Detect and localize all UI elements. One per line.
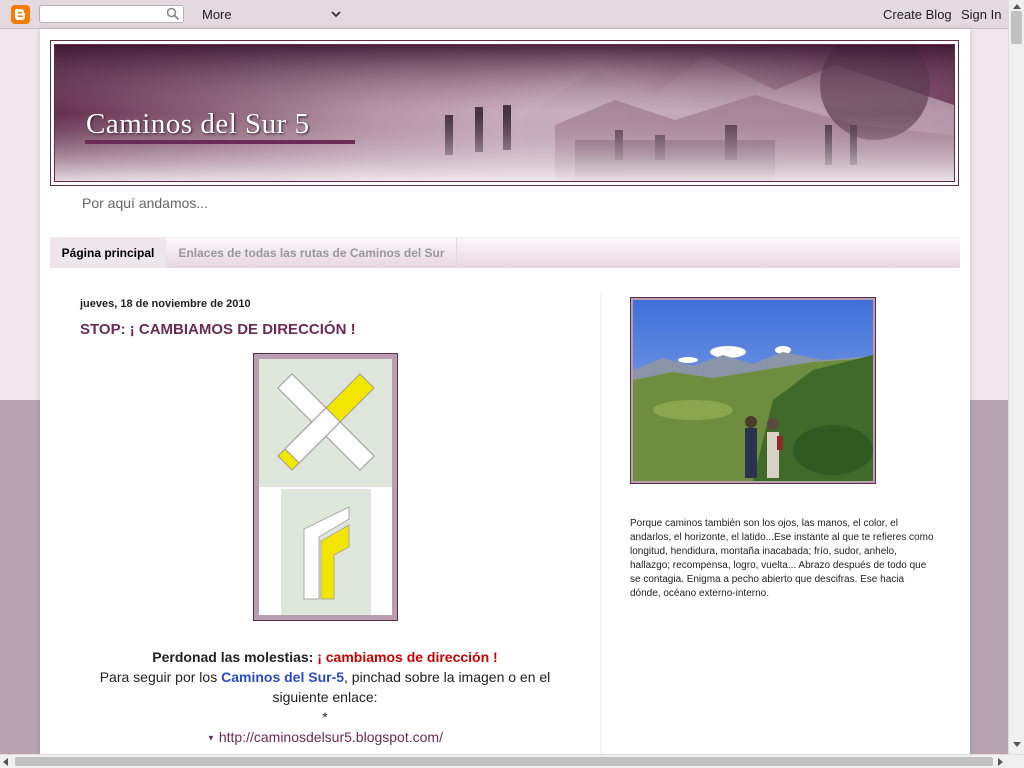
blogger-navbar: More Create Blog Sign In <box>0 0 1024 29</box>
blog-header: Caminos del Sur 5 <box>50 40 959 186</box>
post-line-1: Perdonad las molestias: ¡ cambiamos de d… <box>80 647 570 667</box>
search-input[interactable] <box>39 5 184 23</box>
horizontal-scrollbar[interactable] <box>0 754 1024 768</box>
header-banner-image[interactable]: Caminos del Sur 5 <box>54 44 955 182</box>
content-card: Caminos del Sur 5 Por aquí andamos... Pá… <box>40 29 970 754</box>
page-tabs: Página principal Enlaces de todas las ru… <box>50 237 960 268</box>
create-blog-link[interactable]: Create Blog <box>883 7 952 22</box>
direction-change-text: ¡ cambiamos de dirección ! <box>317 649 498 665</box>
vertical-scrollbar[interactable] <box>1008 0 1024 754</box>
scroll-left-icon[interactable] <box>3 758 8 766</box>
sidebar-image[interactable] <box>630 297 876 484</box>
instruction-text-a: Para seguir por los <box>99 669 222 685</box>
post-star: * <box>322 709 328 725</box>
direction-sign-image <box>259 359 392 615</box>
blogger-icon[interactable] <box>11 5 30 24</box>
new-blog-link[interactable]: http://caminosdelsur5.blogspot.com/ <box>219 729 443 745</box>
sign-in-link[interactable]: Sign In <box>961 7 1001 22</box>
bullet-icon: ▼ <box>207 733 215 743</box>
search-icon[interactable] <box>166 7 180 21</box>
blog-title: Caminos del Sur 5 <box>86 108 310 140</box>
blog-tagline: Por aquí andamos... <box>82 195 209 211</box>
tab-route-links[interactable]: Enlaces de todas las rutas de Caminos de… <box>167 238 457 268</box>
post-date: jueves, 18 de noviembre de 2010 <box>80 298 251 310</box>
vertical-scroll-thumb[interactable] <box>1011 11 1022 44</box>
tab-home[interactable]: Página principal <box>50 238 166 268</box>
apology-text: Perdonad las molestias: <box>152 649 318 665</box>
scroll-up-icon[interactable] <box>1013 4 1021 9</box>
chevron-down-icon[interactable] <box>330 8 342 20</box>
post-link-line: ▼ http://caminosdelsur5.blogspot.com/ <box>80 727 570 748</box>
caminos-link[interactable]: Caminos del Sur-5 <box>221 669 344 685</box>
sidebar-text: Porque caminos también son los ojos, las… <box>630 518 934 599</box>
horizontal-scroll-thumb[interactable] <box>15 757 993 766</box>
column-divider <box>600 294 601 754</box>
hikers-photo <box>633 300 873 481</box>
scroll-down-icon[interactable] <box>1013 742 1021 747</box>
scroll-right-icon[interactable] <box>998 758 1003 766</box>
post-line-2: Para seguir por los Caminos del Sur-5, p… <box>80 667 570 707</box>
more-menu-label[interactable]: More <box>202 7 232 22</box>
post-image[interactable] <box>253 353 398 621</box>
post-body: Perdonad las molestias: ¡ cambiamos de d… <box>80 647 570 748</box>
post-title[interactable]: STOP: ¡ CAMBIAMOS DE DIRECCIÓN ! <box>80 321 356 338</box>
